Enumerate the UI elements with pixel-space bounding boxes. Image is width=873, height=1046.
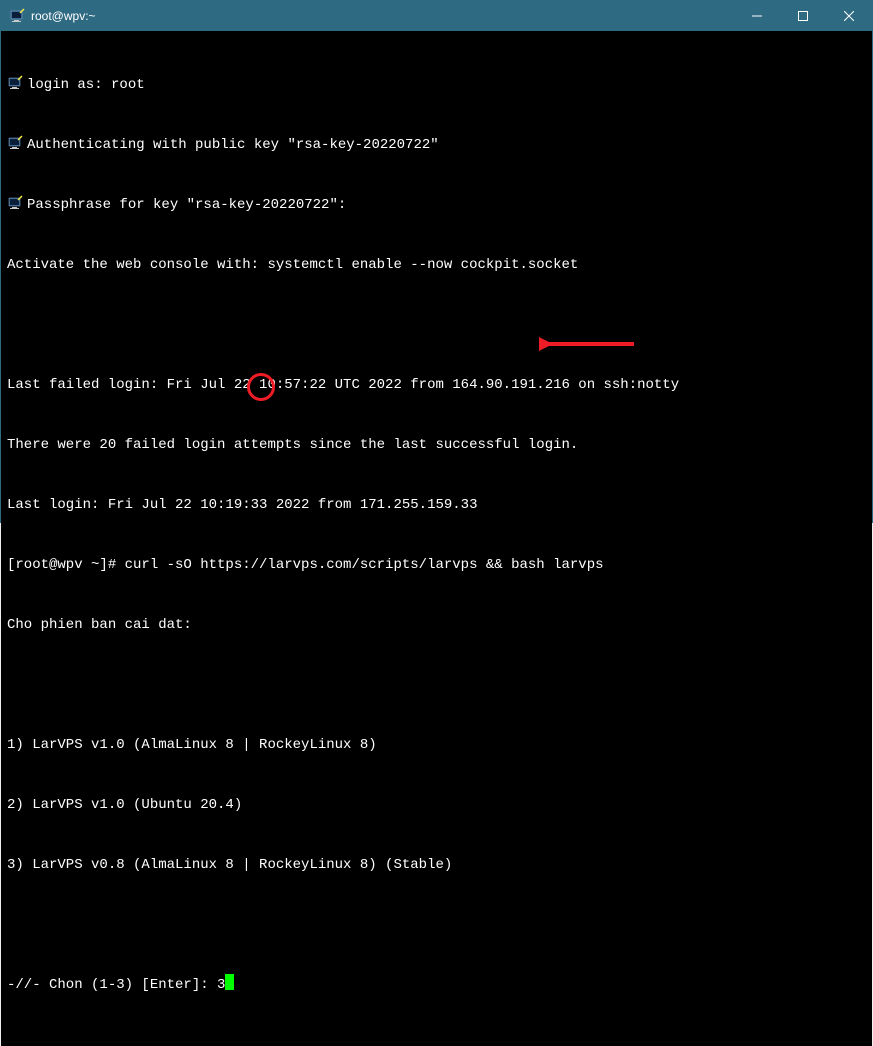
terminal-text: Activate the web console with: systemctl…	[7, 255, 578, 275]
terminal-line: There were 20 failed login attempts sinc…	[7, 435, 866, 455]
terminal-line: Passphrase for key "rsa-key-20220722":	[7, 195, 866, 215]
maximize-button[interactable]	[780, 1, 826, 31]
terminal-area[interactable]: login as: root Authenticating with publi…	[1, 31, 872, 1046]
titlebar-left: root@wpv:~	[1, 8, 96, 24]
terminal-prompt: -//- Chon (1-3) [Enter]:	[7, 975, 217, 995]
terminal-line: Activate the web console with: systemctl…	[7, 255, 866, 275]
terminal-text: 1) LarVPS v1.0 (AlmaLinux 8 | RockeyLinu…	[7, 735, 377, 755]
terminal-line: 2) LarVPS v1.0 (Ubuntu 20.4)	[7, 795, 866, 815]
terminal-text: [root@wpv ~]# curl -sO https://larvps.co…	[7, 555, 604, 575]
terminal-text	[7, 915, 15, 935]
terminal-line	[7, 675, 866, 695]
cursor	[225, 974, 234, 990]
terminal-prompt-line: -//- Chon (1-3) [Enter]: 3	[7, 975, 866, 995]
terminal-line: 1) LarVPS v1.0 (AlmaLinux 8 | RockeyLinu…	[7, 735, 866, 755]
terminal-text: Passphrase for key "rsa-key-20220722":	[27, 195, 346, 215]
terminal-line	[7, 915, 866, 935]
terminal-text: Cho phien ban cai dat:	[7, 615, 192, 635]
terminal-text: Last failed login: Fri Jul 22 10:57:22 U…	[7, 375, 679, 395]
minimize-button[interactable]	[734, 1, 780, 31]
terminal-line: Cho phien ban cai dat:	[7, 615, 866, 635]
terminal-line: 3) LarVPS v0.8 (AlmaLinux 8 | RockeyLinu…	[7, 855, 866, 875]
terminal-text	[7, 315, 15, 335]
putty-window: root@wpv:~ login as: root Authentica	[0, 0, 873, 523]
terminal-line	[7, 315, 866, 335]
putty-icon	[7, 135, 27, 151]
terminal-text: There were 20 failed login attempts sinc…	[7, 435, 578, 455]
terminal-text: Authenticating with public key "rsa-key-…	[27, 135, 439, 155]
terminal-text: Last login: Fri Jul 22 10:19:33 2022 fro…	[7, 495, 477, 515]
titlebar[interactable]: root@wpv:~	[1, 1, 872, 31]
terminal-line: Last login: Fri Jul 22 10:19:33 2022 fro…	[7, 495, 866, 515]
window-controls	[734, 1, 872, 31]
terminal-input[interactable]: 3	[217, 975, 225, 995]
terminal-text: 3) LarVPS v0.8 (AlmaLinux 8 | RockeyLinu…	[7, 855, 452, 875]
annotation-arrow	[539, 335, 639, 353]
terminal-text: 2) LarVPS v1.0 (Ubuntu 20.4)	[7, 795, 242, 815]
terminal-line: Last failed login: Fri Jul 22 10:57:22 U…	[7, 375, 866, 395]
putty-icon	[7, 75, 27, 91]
putty-icon	[7, 195, 27, 211]
terminal-line: login as: root	[7, 75, 866, 95]
close-button[interactable]	[826, 1, 872, 31]
putty-icon	[9, 8, 25, 24]
terminal-line: Authenticating with public key "rsa-key-…	[7, 135, 866, 155]
terminal-text	[7, 675, 15, 695]
window-title: root@wpv:~	[31, 9, 96, 23]
terminal-text: login as: root	[27, 75, 145, 95]
terminal-line: [root@wpv ~]# curl -sO https://larvps.co…	[7, 555, 866, 575]
